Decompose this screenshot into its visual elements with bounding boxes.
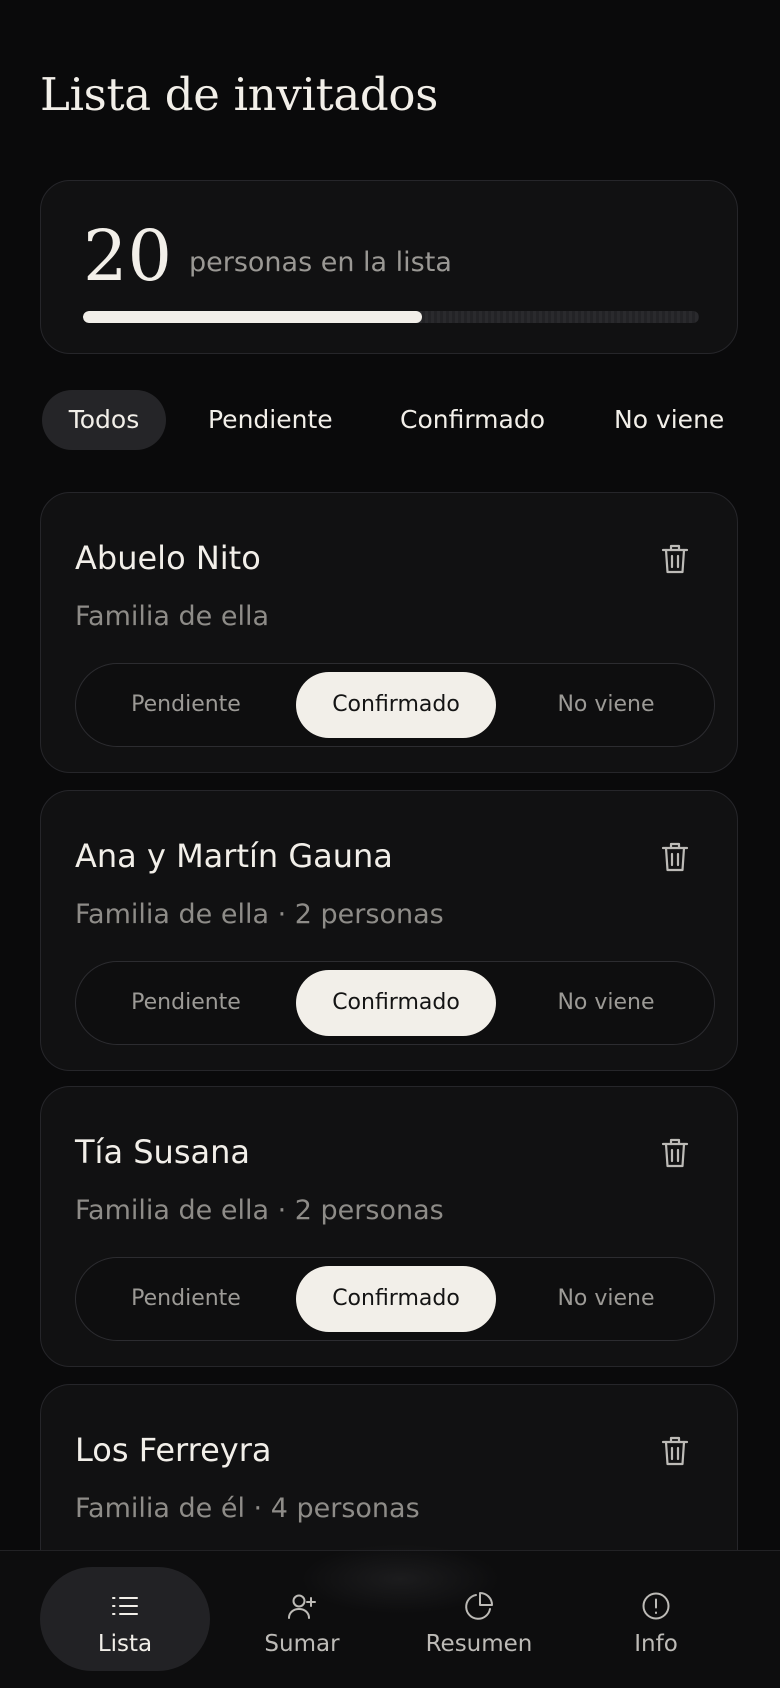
list-icon	[112, 1597, 138, 1615]
status-option-pendiente[interactable]: Pendiente	[86, 1266, 286, 1332]
guest-name: Ana y Martín Gauna	[75, 837, 393, 875]
guest-card: Abuelo Nito Familia de ella Pendiente Co…	[40, 492, 738, 773]
guest-meta: Familia de él · 4 personas	[75, 1493, 420, 1524]
filter-tab-no-viene[interactable]: No viene	[614, 390, 724, 450]
guest-list-screen: Lista de invitados 20 personas en la lis…	[0, 0, 780, 1688]
guest-count-label: personas en la lista	[189, 247, 452, 278]
filter-tab-pendiente[interactable]: Pendiente	[208, 390, 333, 450]
trash-icon[interactable]	[661, 841, 689, 873]
status-option-confirmado[interactable]: Confirmado	[296, 1266, 496, 1332]
guest-meta: Familia de ella · 2 personas	[75, 899, 444, 930]
guest-count: 20	[83, 215, 173, 297]
status-selector: Pendiente Confirmado No viene	[75, 961, 715, 1045]
progress-bar	[83, 311, 699, 323]
trash-icon[interactable]	[661, 1137, 689, 1169]
status-option-pendiente[interactable]: Pendiente	[86, 970, 286, 1036]
status-selector: Pendiente Confirmado No viene	[75, 663, 715, 747]
status-option-no-viene[interactable]: No viene	[506, 1266, 706, 1332]
guest-meta: Familia de ella · 2 personas	[75, 1195, 444, 1226]
nav-item-info[interactable]: Info	[571, 1567, 741, 1671]
guest-card: Ana y Martín Gauna Familia de ella · 2 p…	[40, 790, 738, 1071]
page-title: Lista de invitados	[40, 68, 439, 121]
user-plus-icon	[288, 1594, 316, 1619]
nav-item-sumar[interactable]: Sumar	[217, 1567, 387, 1671]
status-selector: Pendiente Confirmado No viene	[75, 1257, 715, 1341]
status-option-confirmado[interactable]: Confirmado	[296, 970, 496, 1036]
nav-label: Resumen	[425, 1631, 533, 1657]
nav-label: Info	[634, 1631, 678, 1657]
guest-name: Abuelo Nito	[75, 539, 261, 577]
guest-count-card: 20 personas en la lista	[40, 180, 738, 354]
nav-label: Sumar	[264, 1631, 340, 1657]
filter-tab-todos[interactable]: Todos	[42, 390, 166, 450]
status-option-no-viene[interactable]: No viene	[506, 970, 706, 1036]
filter-tabs: Todos Pendiente Confirmado No viene	[42, 390, 742, 450]
nav-label: Lista	[97, 1631, 153, 1657]
nav-item-lista[interactable]: Lista	[40, 1567, 210, 1671]
status-option-pendiente[interactable]: Pendiente	[86, 672, 286, 738]
guest-meta: Familia de ella	[75, 601, 270, 632]
status-option-confirmado[interactable]: Confirmado	[296, 672, 496, 738]
trash-icon[interactable]	[661, 543, 689, 575]
trash-icon[interactable]	[661, 1435, 689, 1467]
guest-card: Tía Susana Familia de ella · 2 personas …	[40, 1086, 738, 1367]
progress-bar-fill	[83, 311, 422, 323]
guest-name: Tía Susana	[75, 1133, 250, 1171]
bottom-navigation: Lista Sumar Resumen Info	[0, 1550, 780, 1688]
filter-tab-confirmado[interactable]: Confirmado	[400, 390, 545, 450]
status-option-no-viene[interactable]: No viene	[506, 672, 706, 738]
info-icon	[642, 1592, 670, 1620]
pie-chart-icon	[465, 1592, 493, 1620]
guest-name: Los Ferreyra	[75, 1431, 272, 1469]
nav-item-resumen[interactable]: Resumen	[394, 1567, 564, 1671]
